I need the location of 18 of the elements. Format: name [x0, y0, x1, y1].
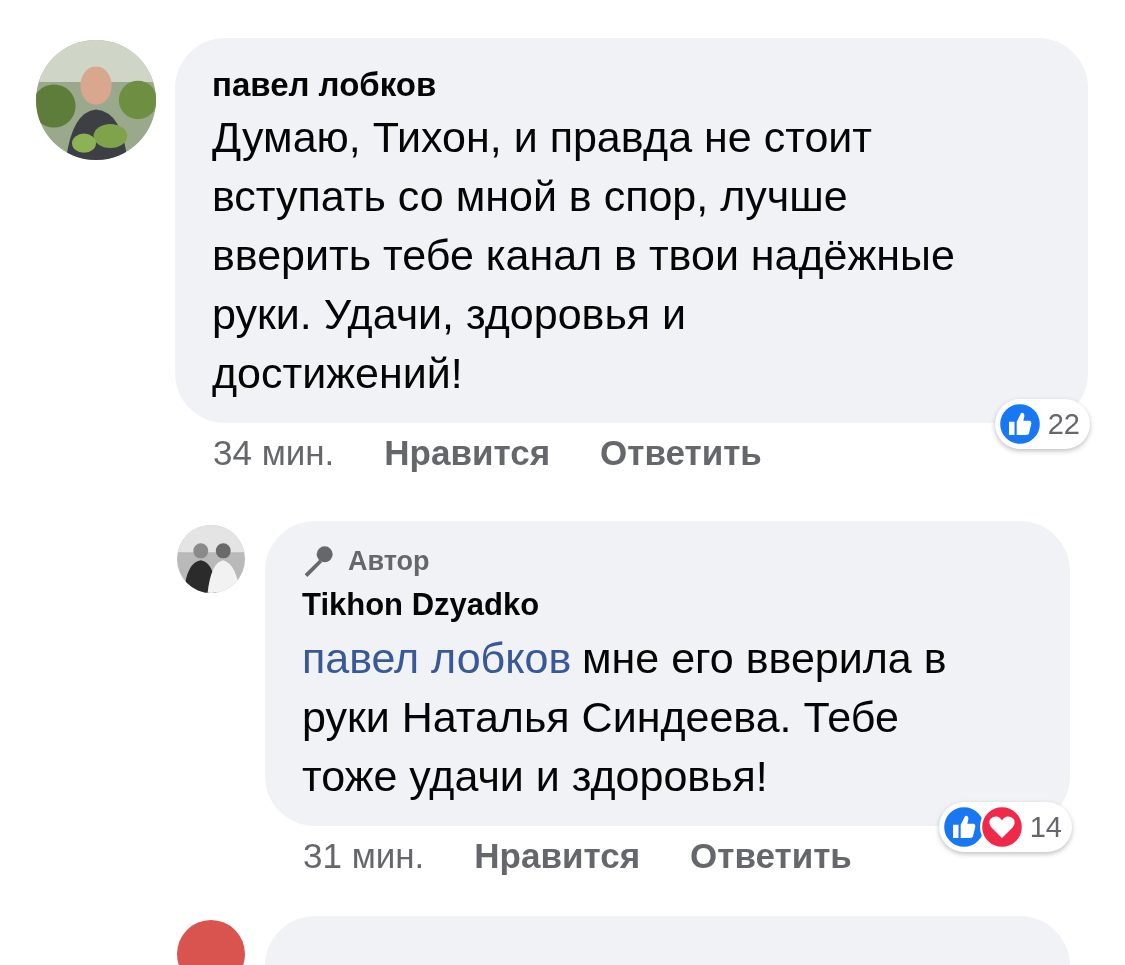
microphone-icon [302, 545, 334, 577]
thumbs-up-icon [997, 402, 1042, 446]
author-label: Автор [348, 545, 430, 577]
comment-time[interactable]: 34 мин. [213, 433, 335, 473]
reaction-summary[interactable]: 22 [994, 399, 1090, 449]
comment-time[interactable]: 31 мин. [303, 836, 425, 876]
author-name[interactable]: Tikhon Dzyadko [302, 587, 1034, 623]
reply-link[interactable]: Ответить [600, 433, 762, 473]
comment-text: Думаю, Тихон, и правда не стоит вступать со мной в спор, лучше вверить тебе канал в твои надёжные руки. Удачи, здоровья и достижений! [212, 112, 956, 399]
like-link[interactable]: Нравится [474, 836, 641, 876]
author-name[interactable]: павел лобков [212, 66, 1052, 104]
reaction-count: 14 [1029, 810, 1062, 844]
reply-link[interactable]: Ответить [690, 836, 852, 876]
reaction-count: 22 [1047, 407, 1080, 441]
reaction-summary[interactable]: 14 [938, 802, 1072, 852]
like-link[interactable]: Нравится [384, 433, 551, 473]
comment-text: павел лобков мне его вверила в руки Наталья Синдеева. Тебе тоже удачи и здоровья! [302, 633, 948, 802]
mention-link[interactable]: павел лобков [302, 634, 572, 682]
